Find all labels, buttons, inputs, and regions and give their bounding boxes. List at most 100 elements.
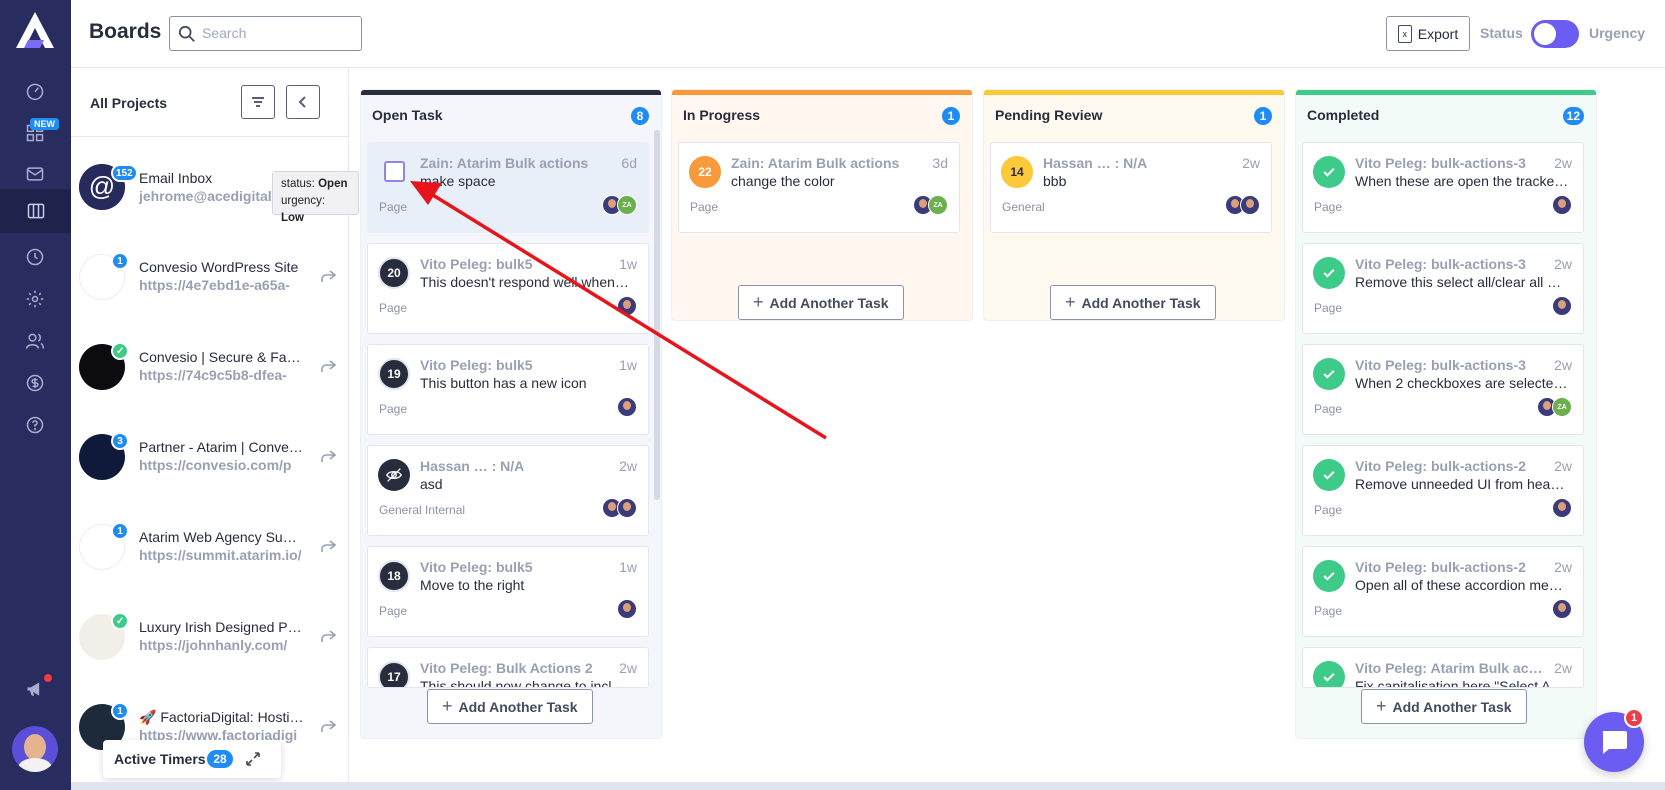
task-age: 2w [1554, 357, 1572, 373]
add-task-button[interactable]: + Add Another Task [427, 689, 593, 724]
assignee-avatars [1552, 599, 1572, 619]
task-card[interactable]: Vito Peleg: bulk-actions-2 2w Remove unnee… [1302, 445, 1584, 536]
project-item[interactable]: 3 Partner - Atarim | Conves… https://conve… [71, 422, 349, 506]
task-age: 6d [621, 155, 637, 171]
column-color-bar [361, 90, 661, 95]
column-count-badge: 1 [942, 107, 960, 125]
task-card[interactable]: 17 Vito Peleg: Bulk Actions 2 2w This shoul… [367, 647, 649, 688]
projects-header: All Projects [71, 68, 349, 137]
filter-button[interactable] [241, 85, 275, 119]
page-title: Boards [89, 20, 162, 43]
status-toggle-label: Status [1480, 25, 1523, 41]
task-card[interactable]: 22 Zain: Atarim Bulk actions 3d change the … [678, 142, 960, 233]
add-task-button[interactable]: + Add Another Task [738, 285, 904, 320]
task-card[interactable]: Vito Peleg: bulk-actions-3 2w Remove this … [1302, 243, 1584, 334]
completed-check-icon [1313, 257, 1345, 289]
assignee-avatar [1552, 195, 1572, 215]
open-project-share-icon[interactable] [320, 539, 337, 553]
task-card[interactable]: Zain: Atarim Bulk actions 6d make space Pag… [367, 142, 649, 233]
project-name: Convesio WordPress Site [139, 259, 299, 275]
task-card[interactable]: 19 Vito Peleg: bulk5 1w This button has a n… [367, 344, 649, 435]
plus-icon: + [1065, 292, 1076, 312]
assignee-avatars [1225, 195, 1260, 215]
task-age: 2w [1554, 660, 1572, 676]
task-tag: General [1002, 200, 1045, 214]
open-project-share-icon[interactable] [320, 629, 337, 643]
help-question-icon[interactable] [22, 412, 48, 438]
task-card[interactable]: Hassan … : N/A 2w asd General Internal [367, 445, 649, 536]
task-card[interactable]: Vito Peleg: bulk-actions-2 2w Open all of … [1302, 546, 1584, 637]
task-age: 1w [619, 559, 637, 575]
project-item[interactable]: 1 Convesio WordPress Site https://4e7ebd1e… [71, 242, 349, 326]
project-badge: 152 [111, 164, 138, 182]
project-item[interactable]: ✓ Convesio | Secure & Fast… https://74c9c5… [71, 332, 349, 416]
search-icon [178, 25, 195, 42]
boards-nav-active[interactable] [0, 189, 71, 233]
task-tag: Page [690, 200, 719, 214]
search-box[interactable] [169, 16, 362, 51]
inbox-mail-icon[interactable] [22, 161, 48, 187]
collapse-sidebar-button[interactable] [286, 85, 320, 119]
task-card[interactable]: Vito Peleg: Atarim Bulk act… 2w Fix capita… [1302, 647, 1584, 688]
task-card[interactable]: 20 Vito Peleg: bulk5 1w This doesn't respon… [367, 243, 649, 334]
task-number-badge: 22 [689, 156, 721, 188]
active-timers-widget[interactable]: Active Timers 28 [103, 740, 281, 778]
open-task-scrollbar[interactable] [654, 130, 660, 500]
open-project-share-icon[interactable] [320, 449, 337, 463]
column-count-badge: 8 [631, 107, 649, 125]
assignee-avatars [617, 397, 637, 417]
project-badge: 3 [111, 432, 129, 450]
dashboard-icon[interactable] [22, 78, 48, 104]
search-input[interactable] [202, 25, 352, 41]
completed-check-icon [1313, 661, 1345, 687]
add-task-label: Add Another Task [1392, 698, 1512, 715]
completed-check-icon [1313, 358, 1345, 390]
add-task-button[interactable]: + Add Another Task [1050, 285, 1216, 320]
column-count-badge: 12 [1562, 107, 1584, 125]
project-url: https://74c9c5b8-dfea- [139, 367, 287, 383]
task-card[interactable]: 14 Hassan … : N/A 2w bbb General [990, 142, 1272, 233]
task-author: Hassan … : N/A [1043, 155, 1148, 171]
plus-icon: + [442, 696, 453, 716]
open-project-share-icon[interactable] [320, 719, 337, 733]
task-text: When these are open the tracke… [1355, 173, 1569, 189]
task-select-checkbox[interactable] [384, 161, 405, 182]
assignee-avatar [1240, 195, 1260, 215]
add-task-button[interactable]: + Add Another Task [1361, 689, 1527, 724]
settings-gear-icon[interactable] [22, 286, 48, 312]
users-icon[interactable] [22, 328, 48, 354]
task-author: Vito Peleg: bulk-actions-2 [1355, 559, 1526, 575]
task-card[interactable]: Vito Peleg: bulk-actions-3 2w When 2 check… [1302, 344, 1584, 435]
export-button[interactable]: x Export [1386, 16, 1470, 51]
task-text: Move to the right [420, 577, 525, 593]
assignee-avatar [1552, 599, 1572, 619]
task-age: 2w [1242, 155, 1260, 171]
chat-bubble-icon [1602, 731, 1627, 754]
board-horizontal-scrollbar[interactable] [71, 782, 1665, 790]
task-author: Vito Peleg: bulk-actions-3 [1355, 256, 1526, 272]
task-tag: Page [379, 200, 408, 214]
project-item[interactable]: 1 Atarim Web Agency Sum… https://summit.at… [71, 512, 349, 596]
board-column: Completed 12 Vito Peleg: bulk-actions-3 2w W… [1295, 89, 1597, 739]
assignee-avatars: ZA [602, 195, 637, 215]
clock-icon[interactable] [22, 244, 48, 270]
column-title: Pending Review [995, 107, 1103, 123]
column-color-bar [672, 90, 972, 95]
project-name: Convesio | Secure & Fast… [139, 349, 305, 365]
task-card[interactable]: 18 Vito Peleg: bulk5 1w Move to the right Pa… [367, 546, 649, 637]
chat-launcher-button[interactable]: 1 [1584, 708, 1644, 772]
open-project-share-icon[interactable] [320, 359, 337, 373]
add-task-label: Add Another Task [458, 698, 578, 715]
task-card[interactable]: Vito Peleg: bulk-actions-3 2w When these a… [1302, 142, 1584, 233]
billing-dollar-icon[interactable] [22, 370, 48, 396]
assignee-avatar [617, 599, 637, 619]
status-urgency-toggle[interactable] [1531, 20, 1579, 48]
task-text: Open all of these accordion me… [1355, 577, 1563, 593]
task-author: Vito Peleg: bulk-actions-3 [1355, 155, 1526, 171]
open-project-share-icon[interactable] [320, 269, 337, 283]
user-avatar[interactable] [12, 726, 58, 772]
project-item[interactable]: ✓ Luxury Irish Designed Pr… https://johnha… [71, 602, 349, 686]
atarim-logo-icon[interactable] [14, 10, 56, 52]
task-tag: Page [379, 301, 408, 315]
task-author: Vito Peleg: bulk5 [420, 256, 533, 272]
